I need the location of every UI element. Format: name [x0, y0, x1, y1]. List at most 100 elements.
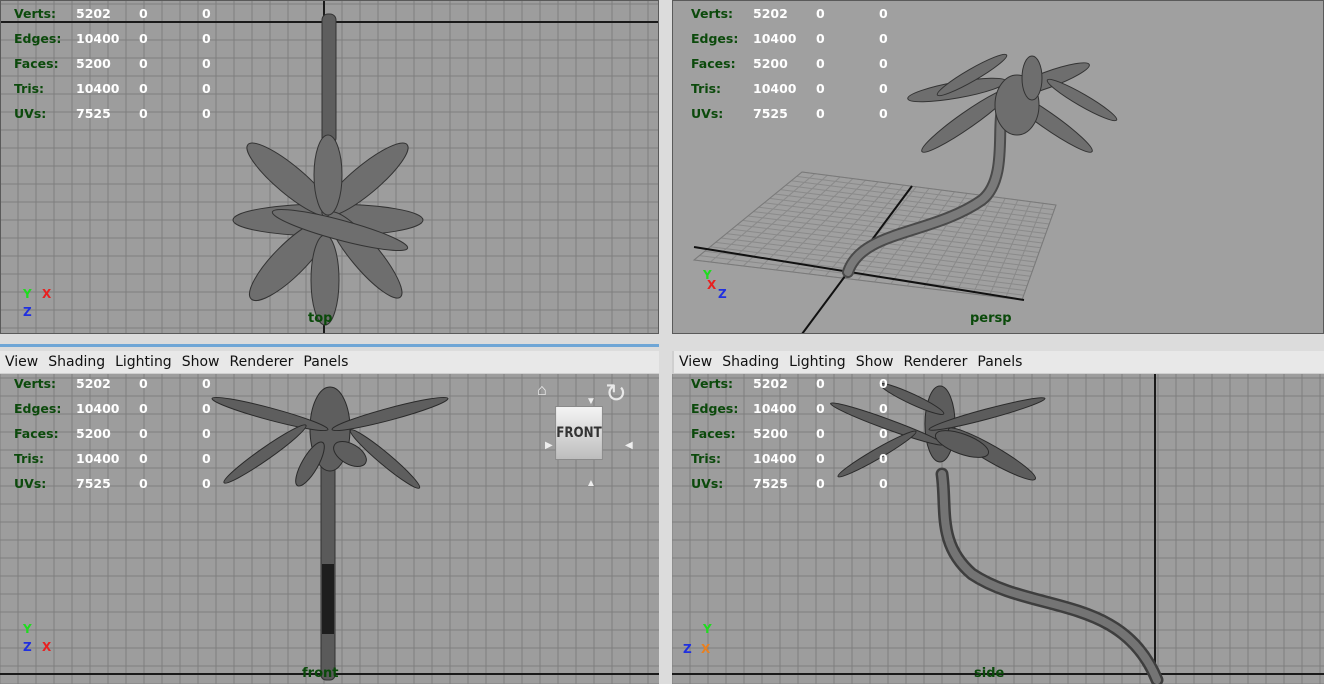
hud-value: 0	[139, 476, 148, 491]
home-icon[interactable]: ⌂	[537, 382, 547, 400]
hud-value: 0	[816, 476, 825, 491]
hud-value: 5200	[753, 426, 788, 441]
hud-value: 0	[202, 401, 211, 416]
menu-show[interactable]: Show	[177, 354, 225, 370]
hud-value: 0	[202, 106, 211, 121]
hud-value: Edges:	[691, 401, 739, 416]
hud-value: 0	[202, 476, 211, 491]
hud-value: Tris:	[14, 451, 45, 466]
hud-value: 10400	[753, 451, 797, 466]
hud-value: 5202	[753, 6, 788, 21]
viewport-top[interactable]: Y X Z top	[0, 0, 659, 334]
viewport-front[interactable]: ⌂ ↻ FRONT ▼ ▶ ◀ ▲ Y Z X front	[0, 374, 659, 684]
hud-value: 10400	[753, 31, 797, 46]
plant-top-view	[232, 134, 424, 326]
plant-persp-view	[907, 53, 1118, 153]
hud-value: 10400	[76, 31, 120, 46]
arrow-up-icon[interactable]: ▼	[586, 396, 596, 407]
hud-value: 0	[202, 376, 211, 391]
menu-renderer[interactable]: Renderer	[224, 354, 298, 370]
hud-value: 0	[816, 451, 825, 466]
top-grid	[0, 0, 659, 334]
hud-value: Edges:	[14, 401, 62, 416]
hud-value: Faces:	[691, 56, 736, 71]
hud-value: 0	[139, 81, 148, 96]
hud-value: 0	[816, 56, 825, 71]
hud-value: Faces:	[14, 426, 59, 441]
arrow-right-icon[interactable]: ◀	[625, 440, 633, 451]
viewcube[interactable]: ⌂ ↻ FRONT ▼ ▶ ◀ ▲	[537, 378, 647, 492]
hud-value: 7525	[76, 106, 111, 121]
menu-panels[interactable]: Panels	[972, 354, 1027, 370]
hud-value: 0	[879, 451, 888, 466]
hud-value: 10400	[76, 401, 120, 416]
hud-value: 0	[879, 6, 888, 21]
camera-label-persp: persp	[970, 311, 1012, 326]
menubar-side: View Shading Lighting Show Renderer Pane…	[674, 351, 1324, 373]
menubar-front: View Shading Lighting Show Renderer Pane…	[0, 351, 659, 373]
hud-value: Faces:	[691, 426, 736, 441]
hud-value: 10400	[753, 401, 797, 416]
menu-view[interactable]: View	[674, 354, 717, 370]
hud-value: 0	[139, 451, 148, 466]
hud-value: Edges:	[14, 31, 62, 46]
rotate-arrow-icon[interactable]: ↻	[605, 378, 627, 409]
camera-label-front: front	[302, 666, 339, 681]
hud-value: 0	[816, 376, 825, 391]
hud-value: Tris:	[14, 81, 45, 96]
hud-value: 0	[139, 426, 148, 441]
hud-value: 7525	[753, 106, 788, 121]
hud-value: 0	[879, 376, 888, 391]
hud-value: UVs:	[14, 476, 47, 491]
viewport-side[interactable]: Y Z X side	[672, 374, 1324, 684]
menu-lighting[interactable]: Lighting	[784, 354, 851, 370]
hud-value: UVs:	[14, 106, 47, 121]
hud-value: 0	[139, 401, 148, 416]
hud-value: 0	[816, 106, 825, 121]
hud-value: 0	[816, 401, 825, 416]
hud-value: 0	[879, 56, 888, 71]
menu-lighting[interactable]: Lighting	[110, 354, 177, 370]
viewport-persp[interactable]: Y X Z persp	[672, 0, 1324, 334]
menu-view[interactable]: View	[0, 354, 43, 370]
hud-value: 10400	[753, 81, 797, 96]
viewcube-face[interactable]: FRONT	[555, 406, 603, 460]
hud-value: 0	[202, 451, 211, 466]
arrow-left-icon[interactable]: ▶	[545, 440, 553, 451]
hud-value: 0	[139, 31, 148, 46]
hud-value: UVs:	[691, 106, 724, 121]
persp-grid	[692, 53, 1118, 334]
hud-value: 5200	[753, 56, 788, 71]
hud-value: 0	[816, 426, 825, 441]
hud-value: 7525	[753, 476, 788, 491]
hud-value: 5202	[76, 376, 111, 391]
hud-value: 0	[139, 106, 148, 121]
arrow-down-icon[interactable]: ▲	[586, 478, 596, 489]
hud-value: Tris:	[691, 81, 722, 96]
hud-value: 0	[139, 6, 148, 21]
hud-value: 7525	[76, 476, 111, 491]
hud-value: 0	[202, 426, 211, 441]
hud-value: Faces:	[14, 56, 59, 71]
active-panel-highlight	[0, 344, 659, 347]
hud-value: 0	[816, 6, 825, 21]
hud-value: 5202	[76, 6, 111, 21]
hud-value: 0	[879, 81, 888, 96]
plant-stem	[321, 13, 337, 145]
camera-label-side: side	[974, 666, 1005, 681]
hud-value: 0	[879, 106, 888, 121]
menu-renderer[interactable]: Renderer	[898, 354, 972, 370]
menu-show[interactable]: Show	[851, 354, 899, 370]
hud-value: 5202	[753, 376, 788, 391]
hud-value: 10400	[76, 451, 120, 466]
menu-shading[interactable]: Shading	[717, 354, 784, 370]
hud-value: Verts:	[14, 6, 57, 21]
hud-value: Tris:	[691, 451, 722, 466]
hud-value: 0	[879, 401, 888, 416]
menu-shading[interactable]: Shading	[43, 354, 110, 370]
hud-value: 0	[879, 31, 888, 46]
plant-stem	[320, 443, 336, 681]
panel-divider-horizontal[interactable]	[0, 334, 1324, 351]
hud-value: 0	[816, 31, 825, 46]
menu-panels[interactable]: Panels	[298, 354, 353, 370]
